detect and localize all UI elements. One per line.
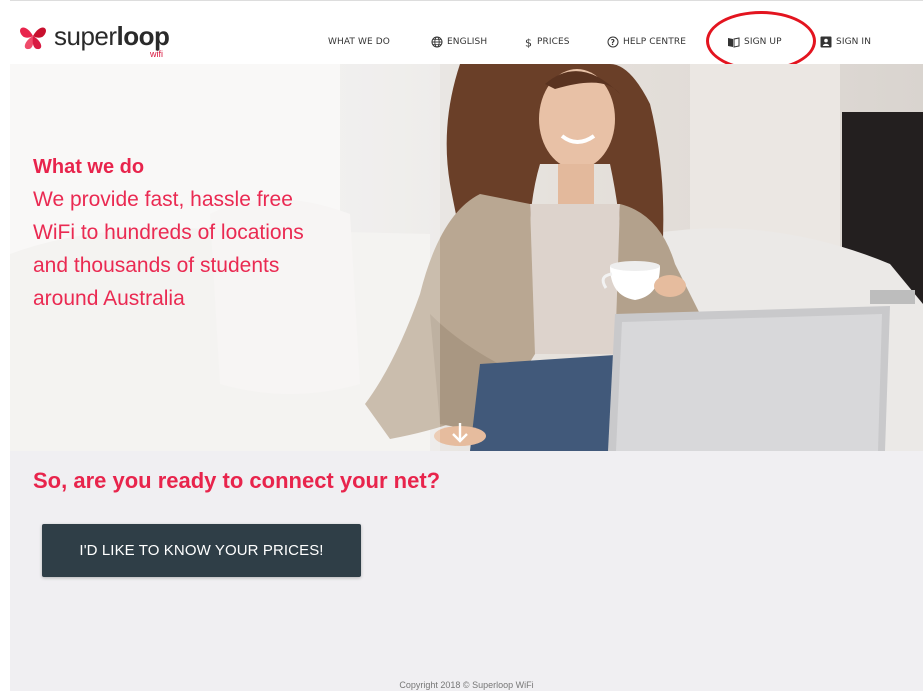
nav-sign-in[interactable]: SIGN IN [820,33,871,51]
logo-subtitle: wifi [150,49,163,59]
logo-wordmark: superloop [54,21,170,52]
nav-what-we-do-label: WHAT WE DO [328,37,390,47]
logo-wordmark-bold: loop [116,21,170,51]
cta-heading: So, are you ready to connect your net? [33,468,441,493]
nav-prices-label: PRICES [537,37,570,47]
nav-help-centre[interactable]: ? HELP CENTRE [607,33,686,51]
nav-language-selector[interactable]: ENGLISH [431,33,487,51]
footer-copyright: Copyright 2018 © Superloop WiFi [399,680,534,690]
know-prices-button[interactable]: I'D LIKE TO KNOW YOUR PRICES! [42,524,361,577]
hero-section: What we do We provide fast, hassle free … [10,64,923,451]
nav-sign-up[interactable]: SIGN UP [727,33,782,51]
page: superloop wifi WHAT WE DO ENGLISH $ PRIC… [10,0,923,691]
hero-description-line-3: and thousands of students [33,254,280,277]
hero-description-line-4: around Australia [33,287,185,310]
logo-wordmark-light: super [54,21,117,51]
hero-description-line-2: WiFi to hundreds of locations [33,221,304,244]
site-header: superloop wifi WHAT WE DO ENGLISH $ PRIC… [10,0,923,71]
hero-title: What we do [33,156,145,178]
id-card-icon [820,36,832,48]
nav-what-we-do[interactable]: WHAT WE DO [328,33,390,51]
nav-sign-in-label: SIGN IN [836,37,872,47]
hero-description-line-1: We provide fast, hassle free [33,188,293,211]
nav-help-centre-label: HELP CENTRE [623,37,686,47]
question-circle-icon: ? [607,36,619,48]
superloop-logo[interactable]: superloop wifi [16,19,186,59]
nav-prices[interactable]: $ PRICES [525,33,570,51]
nav-sign-up-label: SIGN UP [744,37,782,47]
arrow-down-icon[interactable] [450,421,470,445]
globe-icon [431,36,443,48]
dollar-icon: $ [525,37,532,49]
nav-language-label: ENGLISH [447,37,488,47]
svg-text:$: $ [525,37,532,49]
superloop-logo-mark-icon [20,27,46,50]
book-icon [728,36,740,48]
svg-text:?: ? [611,38,615,47]
